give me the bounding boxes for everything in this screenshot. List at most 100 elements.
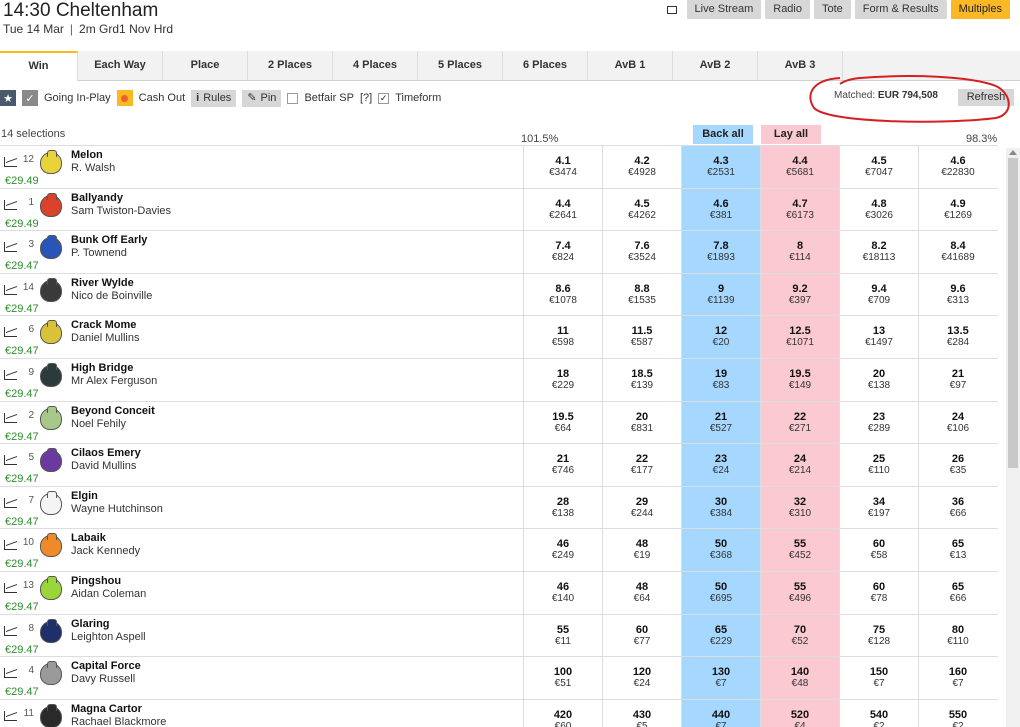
lay-3-cell[interactable]: 21 €97 <box>918 358 997 401</box>
back-2-cell[interactable]: 4.5 €4262 <box>602 188 681 231</box>
tab-avb-2[interactable]: AvB 2 <box>673 51 758 80</box>
runner-name[interactable]: Labaik <box>71 532 106 544</box>
form-chart-icon[interactable] <box>4 199 17 210</box>
back-2-cell[interactable]: 8.8 €1535 <box>602 273 681 316</box>
form-chart-icon[interactable] <box>4 540 17 551</box>
best-back-cell[interactable]: 12 €20 <box>681 316 760 358</box>
betfair-sp-checkbox[interactable] <box>287 92 299 104</box>
form-chart-icon[interactable] <box>4 242 17 253</box>
lay-2-cell[interactable]: 13 €1497 <box>839 316 918 358</box>
tab-win[interactable]: Win <box>0 51 78 81</box>
back-3-cell[interactable]: 28 €138 <box>523 486 602 529</box>
form-chart-icon[interactable] <box>4 497 17 508</box>
form-chart-icon[interactable] <box>4 710 17 721</box>
runner-name[interactable]: Ballyandy <box>71 192 123 204</box>
back-2-cell[interactable]: 430 €5 <box>602 699 681 727</box>
lay-2-cell[interactable]: 75 €128 <box>839 614 918 657</box>
lay-3-cell[interactable]: 36 €66 <box>918 486 997 529</box>
runner-name[interactable]: Elgin <box>71 490 98 502</box>
form-chart-icon[interactable] <box>4 369 17 380</box>
form-chart-icon[interactable] <box>4 412 17 423</box>
lay-2-cell[interactable]: 4.5 €7047 <box>839 146 918 188</box>
form-chart-icon[interactable] <box>4 668 17 679</box>
best-back-cell[interactable]: 30 €384 <box>681 486 760 529</box>
lay-2-cell[interactable]: 4.8 €3026 <box>839 188 918 231</box>
form-chart-icon[interactable] <box>4 157 17 167</box>
best-back-cell[interactable]: 65 €229 <box>681 614 760 657</box>
tab-5-places[interactable]: 5 Places <box>418 51 503 80</box>
tab-4-places[interactable]: 4 Places <box>333 51 418 80</box>
tab-6-places[interactable]: 6 Places <box>503 51 588 80</box>
cash-out-icon[interactable] <box>116 90 133 106</box>
runner-name[interactable]: Crack Mome <box>71 319 136 331</box>
lay-2-cell[interactable]: 60 €58 <box>839 529 918 571</box>
back-3-cell[interactable]: 4.4 €2641 <box>523 188 602 231</box>
back-2-cell[interactable]: 11.5 €587 <box>602 316 681 358</box>
back-3-cell[interactable]: 7.4 €824 <box>523 231 602 273</box>
best-lay-cell[interactable]: 24 €214 <box>760 444 839 486</box>
lay-3-cell[interactable]: 4.9 €1269 <box>918 188 997 231</box>
lay-2-cell[interactable]: 25 €110 <box>839 444 918 486</box>
runner-name[interactable]: Magna Cartor <box>71 703 142 715</box>
best-lay-cell[interactable]: 520 €4 <box>760 699 839 727</box>
scroll-thumb[interactable] <box>1008 158 1018 468</box>
lay-3-cell[interactable]: 9.6 €313 <box>918 273 997 316</box>
lay-3-cell[interactable]: 13.5 €284 <box>918 316 997 358</box>
best-back-cell[interactable]: 130 €7 <box>681 657 760 699</box>
best-lay-cell[interactable]: 8 €114 <box>760 231 839 273</box>
form-chart-icon[interactable] <box>4 455 17 466</box>
back-3-cell[interactable]: 19.5 €64 <box>523 401 602 444</box>
runner-name[interactable]: Cilaos Emery <box>71 447 141 459</box>
rules-button[interactable]: i Rules <box>191 89 237 107</box>
back-2-cell[interactable]: 7.6 €3524 <box>602 231 681 273</box>
lay-3-cell[interactable]: 8.4 €41689 <box>918 231 997 273</box>
back-3-cell[interactable]: 420 €60 <box>523 699 602 727</box>
lay-2-cell[interactable]: 60 €78 <box>839 571 918 614</box>
best-lay-cell[interactable]: 70 €52 <box>760 614 839 657</box>
back-3-cell[interactable]: 18 €229 <box>523 358 602 401</box>
lay-2-cell[interactable]: 20 €138 <box>839 358 918 401</box>
back-3-cell[interactable]: 8.6 €1078 <box>523 273 602 316</box>
back-3-cell[interactable]: 4.1 €3474 <box>523 146 602 188</box>
timeform-checkbox[interactable]: ✓ <box>378 92 390 104</box>
back-2-cell[interactable]: 48 €64 <box>602 571 681 614</box>
best-lay-cell[interactable]: 12.5 €1071 <box>760 316 839 358</box>
lay-2-cell[interactable]: 150 €7 <box>839 657 918 699</box>
scroll-up-icon[interactable] <box>1009 150 1017 155</box>
back-2-cell[interactable]: 60 €77 <box>602 614 681 657</box>
runner-name[interactable]: Bunk Off Early <box>71 234 147 246</box>
best-back-cell[interactable]: 50 €695 <box>681 571 760 614</box>
best-lay-cell[interactable]: 4.4 €5681 <box>760 146 839 188</box>
back-2-cell[interactable]: 20 €831 <box>602 401 681 444</box>
lay-2-cell[interactable]: 23 €289 <box>839 401 918 444</box>
runner-name[interactable]: Pingshou <box>71 575 121 587</box>
back-3-cell[interactable]: 11 €598 <box>523 316 602 358</box>
tab-place[interactable]: Place <box>163 51 248 80</box>
tab-2-places[interactable]: 2 Places <box>248 51 333 80</box>
live-stream-button[interactable]: Live Stream <box>686 0 762 19</box>
lay-3-cell[interactable]: 24 €106 <box>918 401 997 444</box>
scrollbar[interactable] <box>1006 148 1020 727</box>
back-3-cell[interactable]: 55 €11 <box>523 614 602 657</box>
best-lay-cell[interactable]: 19.5 €149 <box>760 358 839 401</box>
back-all-button[interactable]: Back all <box>693 125 753 144</box>
back-3-cell[interactable]: 46 €249 <box>523 529 602 571</box>
lay-2-cell[interactable]: 8.2 €18113 <box>839 231 918 273</box>
tab-avb-1[interactable]: AvB 1 <box>588 51 673 80</box>
radio-button[interactable]: Radio <box>765 0 810 19</box>
runner-name[interactable]: High Bridge <box>71 362 133 374</box>
form-results-button[interactable]: Form & Results <box>854 0 947 19</box>
lay-2-cell[interactable]: 540 €2 <box>839 699 918 727</box>
best-back-cell[interactable]: 7.8 €1893 <box>681 231 760 273</box>
best-lay-cell[interactable]: 9.2 €397 <box>760 273 839 316</box>
runner-name[interactable]: Glaring <box>71 618 110 630</box>
best-back-cell[interactable]: 440 €7 <box>681 699 760 727</box>
best-back-cell[interactable]: 4.6 €381 <box>681 188 760 231</box>
back-3-cell[interactable]: 46 €140 <box>523 571 602 614</box>
runner-name[interactable]: River Wylde <box>71 277 134 289</box>
lay-3-cell[interactable]: 65 €13 <box>918 529 997 571</box>
best-lay-cell[interactable]: 32 €310 <box>760 486 839 529</box>
back-2-cell[interactable]: 48 €19 <box>602 529 681 571</box>
help-link[interactable]: [?] <box>360 92 372 104</box>
lay-3-cell[interactable]: 550 €2 <box>918 699 997 727</box>
